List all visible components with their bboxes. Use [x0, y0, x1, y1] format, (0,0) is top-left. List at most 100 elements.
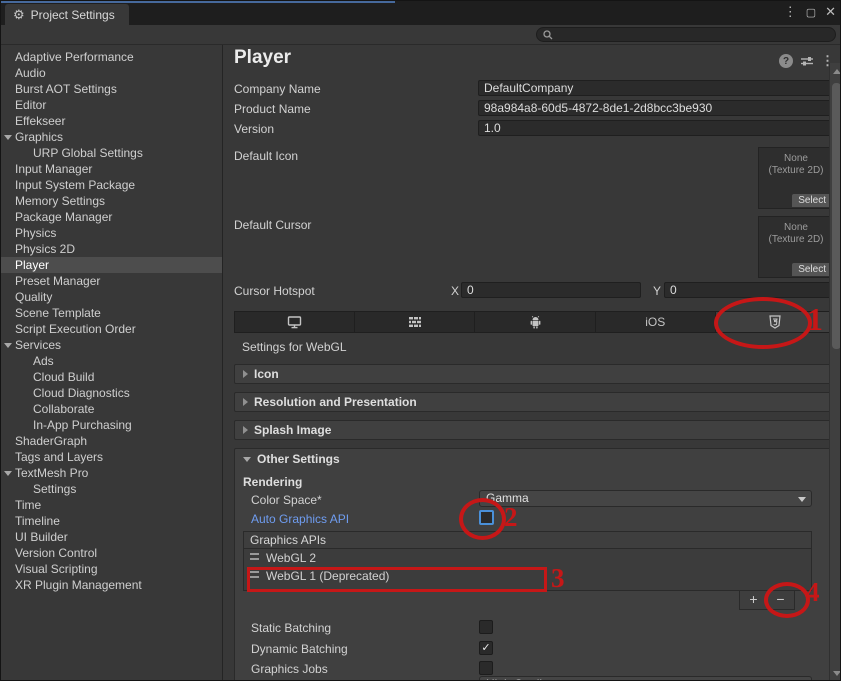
sidebar-item-label: Effekseer: [15, 114, 65, 128]
sidebar-item-label: Physics 2D: [15, 242, 75, 256]
sidebar-item-visual-scripting[interactable]: Visual Scripting: [1, 561, 222, 577]
sidebar-item-cloud-diagnostics[interactable]: Cloud Diagnostics: [1, 385, 222, 401]
sidebar-item-memory-settings[interactable]: Memory Settings: [1, 193, 222, 209]
hotspot-y-input[interactable]: 0: [664, 282, 834, 298]
hotspot-x-input[interactable]: 0: [461, 282, 641, 298]
rendering-heading: Rendering: [243, 475, 302, 489]
sidebar-item-ads[interactable]: Ads: [1, 353, 222, 369]
platform-tab-dedicated-server[interactable]: [355, 312, 475, 332]
sidebar-item-quality[interactable]: Quality: [1, 289, 222, 305]
platform-tab-android[interactable]: [475, 312, 595, 332]
sidebar-item-label: TextMesh Pro: [15, 466, 88, 480]
vertical-scrollbar[interactable]: [829, 63, 841, 681]
sidebar-item-physics[interactable]: Physics: [1, 225, 222, 241]
sidebar-item-label: Player: [15, 258, 49, 272]
sidebar-item-physics-2d[interactable]: Physics 2D: [1, 241, 222, 257]
sidebar-item-input-system-package[interactable]: Input System Package: [1, 177, 222, 193]
version-input[interactable]: 1.0: [478, 120, 834, 136]
lightmap-encoding-dropdown[interactable]: High Quality: [479, 676, 812, 681]
static-batching-checkbox[interactable]: [479, 620, 493, 634]
close-icon[interactable]: ✕: [825, 4, 836, 20]
default-cursor-select-button[interactable]: Select: [792, 263, 832, 276]
sidebar-list: Adaptive Performance AudioBurst AOT Setti…: [1, 49, 222, 593]
sidebar-item-time[interactable]: Time: [1, 497, 222, 513]
sidebar-item-editor[interactable]: Editor: [1, 97, 222, 113]
sidebar-item-audio[interactable]: Audio: [1, 65, 222, 81]
color-space-dropdown[interactable]: Gamma: [479, 490, 812, 507]
sidebar-item-tags-and-layers[interactable]: Tags and Layers: [1, 449, 222, 465]
section-header-resolution-and-presentation[interactable]: Resolution and Presentation: [234, 392, 836, 412]
sidebar-item-burst-aot-settings[interactable]: Burst AOT Settings: [1, 81, 222, 97]
window-tab-project-settings[interactable]: ⚙ Project Settings: [5, 4, 129, 25]
sidebar-item-label: Graphics: [15, 130, 63, 144]
scroll-up-icon[interactable]: [833, 69, 841, 74]
search-input[interactable]: [536, 27, 836, 42]
drag-handle-icon[interactable]: [250, 571, 259, 578]
sidebar-item-label: UI Builder: [15, 530, 68, 544]
remove-api-button[interactable]: −: [767, 591, 794, 609]
sidebar-item-urp-global-settings[interactable]: URP Global Settings: [1, 145, 222, 161]
graphics-api-row-webgl-1-deprecated[interactable]: WebGL 1 (Deprecated): [244, 567, 811, 585]
foldout-open-icon[interactable]: [4, 471, 12, 476]
add-api-button[interactable]: +: [740, 591, 767, 609]
hotspot-x-label: X: [451, 284, 459, 298]
sidebar-item-player[interactable]: Player: [1, 257, 222, 273]
title-bar: ⚙ Project Settings ⋮ ▢ ✕: [1, 1, 841, 25]
platform-tab-webgl[interactable]: [716, 312, 835, 332]
sidebar-item-package-manager[interactable]: Package Manager: [1, 209, 222, 225]
drag-handle-icon[interactable]: [250, 553, 259, 560]
sidebar-item-cloud-build[interactable]: Cloud Build: [1, 369, 222, 385]
sidebar-item-effekseer[interactable]: Effekseer: [1, 113, 222, 129]
sidebar-item-label: Adaptive Performance: [15, 50, 134, 64]
sidebar-item-ui-builder[interactable]: UI Builder: [1, 529, 222, 545]
sidebar-item-scene-template[interactable]: Scene Template: [1, 305, 222, 321]
window-menu-icon[interactable]: ⋮: [784, 4, 797, 20]
sidebar-item-label: Audio: [15, 66, 46, 80]
player-settings-panel: Player ? ⋮ Company Name DefaultCompany P…: [223, 45, 841, 681]
platform-tab-ios[interactable]: iOS: [596, 312, 716, 332]
sidebar-item-services[interactable]: Services: [1, 337, 222, 353]
section-header-icon[interactable]: Icon: [234, 364, 836, 384]
sidebar-item-label: Package Manager: [15, 210, 112, 224]
sidebar-item-textmesh-pro[interactable]: TextMesh Pro: [1, 465, 222, 481]
scrollbar-thumb[interactable]: [832, 83, 841, 349]
maximize-icon[interactable]: ▢: [806, 6, 816, 19]
sidebar-item-xr-plugin-management[interactable]: XR Plugin Management: [1, 577, 222, 593]
sidebar-item-script-execution-order[interactable]: Script Execution Order: [1, 321, 222, 337]
default-cursor-object-field[interactable]: None(Texture 2D) Select: [758, 216, 834, 278]
default-icon-object-field[interactable]: None(Texture 2D) Select: [758, 147, 834, 209]
sidebar-item-label: Preset Manager: [15, 274, 100, 288]
platform-tab-standalone[interactable]: [235, 312, 355, 332]
settings-category-sidebar: Adaptive Performance AudioBurst AOT Setti…: [1, 45, 223, 681]
sidebar-item-settings[interactable]: Settings: [1, 481, 222, 497]
section-header-other-settings[interactable]: Other Settings: [235, 449, 835, 469]
help-icon[interactable]: ?: [779, 54, 793, 68]
product-name-input[interactable]: 98a984a8-60d5-4872-8de1-2d8bcc3be930: [478, 100, 834, 116]
company-name-input[interactable]: DefaultCompany: [478, 80, 834, 96]
auto-graphics-api-checkbox[interactable]: [479, 510, 494, 525]
sidebar-item-collaborate[interactable]: Collaborate: [1, 401, 222, 417]
default-icon-select-button[interactable]: Select: [792, 194, 832, 207]
section-header-label: Resolution and Presentation: [254, 395, 417, 409]
sidebar-item-label: XR Plugin Management: [15, 578, 142, 592]
sidebar-item-timeline[interactable]: Timeline: [1, 513, 222, 529]
platform-tab-label: iOS: [645, 315, 665, 329]
sidebar-item-in-app-purchasing[interactable]: In-App Purchasing: [1, 417, 222, 433]
sidebar-item-preset-manager[interactable]: Preset Manager: [1, 273, 222, 289]
sidebar-item-graphics[interactable]: Graphics: [1, 129, 222, 145]
sidebar-item-adaptive-performance[interactable]: Adaptive Performance: [1, 49, 222, 65]
graphics-api-row-webgl-2[interactable]: WebGL 2: [244, 549, 811, 567]
sidebar-item-shadergraph[interactable]: ShaderGraph: [1, 433, 222, 449]
graphics-jobs-checkbox[interactable]: [479, 661, 493, 675]
presets-icon[interactable]: [800, 55, 814, 67]
foldout-open-icon[interactable]: [4, 343, 12, 348]
sidebar-item-version-control[interactable]: Version Control: [1, 545, 222, 561]
dynamic-batching-checkbox[interactable]: ✓: [479, 641, 493, 655]
section-header-splash-image[interactable]: Splash Image: [234, 420, 836, 440]
project-settings-window: ⚙ Project Settings ⋮ ▢ ✕ Adaptive Perfor…: [0, 0, 841, 681]
foldout-open-icon[interactable]: [4, 135, 12, 140]
sidebar-item-label: Visual Scripting: [15, 562, 98, 576]
sidebar-item-input-manager[interactable]: Input Manager: [1, 161, 222, 177]
scroll-down-icon[interactable]: [833, 671, 841, 676]
static-batching-label: Static Batching: [251, 621, 331, 635]
